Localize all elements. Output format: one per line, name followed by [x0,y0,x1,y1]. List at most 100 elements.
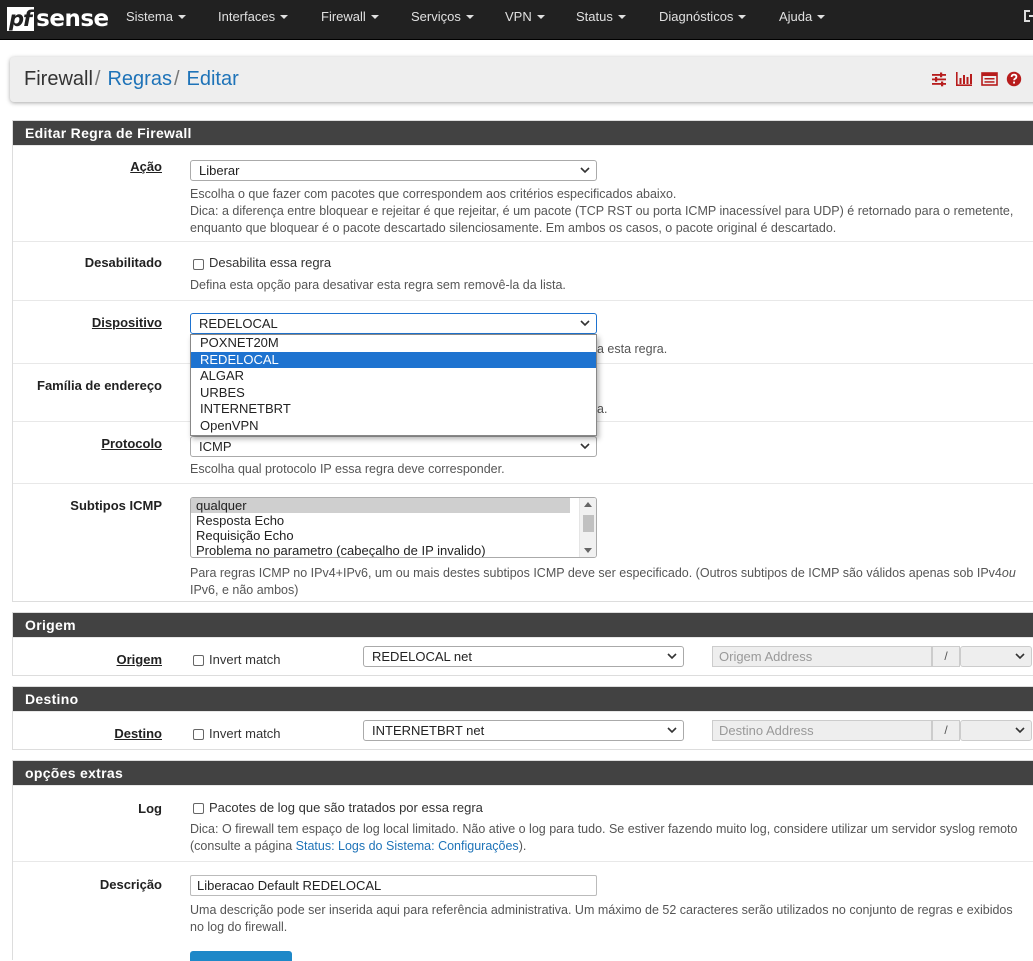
nav-servicos[interactable]: Serviços [411,0,474,34]
origem-mask-select[interactable] [960,646,1032,667]
familia-help: a. [597,402,608,416]
protocolo-help: Escolha qual protocolo IP essa regra dev… [190,462,505,476]
origem-net-select[interactable]: REDELOCAL net [363,646,684,667]
logo-sense: sense [36,6,109,32]
breadcrumb-firewall: Firewall [24,68,93,90]
scrollbar-thumb[interactable] [583,515,594,532]
dispositivo-select[interactable]: REDELOCAL [190,313,597,334]
origem-invert-label[interactable]: Invert match [209,652,281,667]
descricao-help: Uma descrição pode ser inserida aqui par… [190,902,1013,936]
nav-interfaces[interactable]: Interfaces [218,0,289,34]
scroll-up-icon[interactable] [584,502,592,507]
destino-invert-checkbox[interactable] [193,729,204,740]
chevron-down-icon [580,443,590,450]
breadcrumb-regras[interactable]: Regras [107,68,171,90]
log-help: Dica: O firewall tem espaço de log local… [190,821,1017,855]
log-checkbox-label[interactable]: Pacotes de log que são tratados por essa… [209,800,483,815]
help-text: Para regras ICMP no IPv4+IPv6, um ou mai… [190,566,1002,580]
listbox-option[interactable]: Resposta Echo [191,513,596,528]
dispositivo-dropdown-list[interactable]: POXNET20M REDELOCAL ALGAR URBES INTERNET… [190,334,597,436]
logs-config-link[interactable]: Status: Logs do Sistema: Configurações [296,839,519,853]
navbar: pf sense Sistema Interfaces Firewall Serv… [0,0,1033,40]
row-log: Log Pacotes de log que são tratados por … [13,785,1033,861]
subtipos-icmp-listbox[interactable]: qualquer Resposta Echo Requisição Echo P… [190,497,597,558]
breadcrumb-editar[interactable]: Editar [187,68,239,90]
row-destino: Destino Invert match INTERNETBRT net Des… [13,711,1033,749]
dropdown-option-selected[interactable]: REDELOCAL [191,351,596,369]
sliders-icon[interactable] [931,71,947,87]
desabilitado-checkbox-label[interactable]: Desabilita essa regra [209,255,331,270]
destino-net-value: INTERNETBRT net [372,723,485,738]
listbox-option[interactable]: qualquer [191,498,570,513]
breadcrumb: Firewall / Regras / Editar [10,57,1033,102]
save-button[interactable] [190,951,292,961]
destino-invert-label[interactable]: Invert match [209,726,281,741]
label-acao: Ação [130,159,162,174]
acao-select[interactable]: Liberar [190,160,597,181]
panel-heading: opções extras [13,761,1033,785]
descricao-input[interactable]: Liberacao Default REDELOCAL [190,875,597,896]
destino-net-select[interactable]: INTERNETBRT net [363,720,684,741]
panel-heading: Origem [13,613,1033,637]
nav-firewall[interactable]: Firewall [321,0,379,34]
chevron-down-icon [1015,727,1025,734]
nav-vpn[interactable]: VPN [505,0,545,34]
nav-ajuda[interactable]: Ajuda [779,0,826,34]
origem-slash: / [932,646,960,667]
label-origem: Origem [116,652,162,667]
listbox-option[interactable]: Requisição Echo [191,528,596,543]
help-line: enquanto que bloquear é o pacote descart… [190,221,837,235]
chevron-down-icon [580,167,590,174]
row-descricao: Descrição Liberacao Default REDELOCAL Um… [13,861,1033,941]
dropdown-option[interactable]: POXNET20M [191,335,596,352]
caret-down-icon [536,14,545,19]
listbox-scrollbar[interactable] [579,498,596,557]
log-checkbox[interactable] [193,803,204,814]
row-origem: Origem Invert match REDELOCAL net Origem… [13,637,1033,675]
sign-out-icon[interactable] [1023,9,1033,23]
logo-pf: pf [7,7,35,31]
caret-down-icon [280,14,289,19]
destino-slash: / [932,720,960,741]
nav-sistema[interactable]: Sistema [126,0,186,34]
protocolo-select[interactable]: ICMP [190,436,597,457]
dropdown-option[interactable]: OpenVPN [191,418,596,435]
destino-address-input[interactable]: Destino Address [712,720,932,741]
desabilitado-help: Defina esta opção para desativar esta re… [190,278,566,292]
row-subtipos-icmp: Subtipos ICMP qualquer Resposta Echo Req… [13,483,1033,601]
origem-invert-checkbox[interactable] [193,655,204,666]
caret-down-icon [177,14,186,19]
bar-chart-icon[interactable] [955,71,973,87]
nav-status[interactable]: Status [576,0,626,34]
dropdown-option[interactable]: ALGAR [191,368,596,385]
dropdown-option[interactable]: URBES [191,385,596,402]
help-emphasis: ou [1001,566,1016,580]
desabilitado-checkbox[interactable] [193,259,204,270]
nav-label: Status [576,9,613,24]
nav-diagnosticos[interactable]: Diagnósticos [659,0,747,34]
origem-net-value: REDELOCAL net [372,649,472,664]
help-line: Uma descrição pode ser inserida aqui par… [190,903,1013,917]
help-text: ). [518,839,527,853]
chevron-down-icon [667,727,677,734]
listbox-option[interactable]: Problema no parametro (cabeçalho de IP i… [191,543,596,557]
help-line: IPv6, e não ambos) [190,583,299,597]
list-icon[interactable] [981,71,998,87]
dropdown-option[interactable]: INTERNETBRT [191,401,596,418]
panel-destino: Destino Destino Invert match INTERNETBRT… [12,686,1033,750]
scroll-down-icon[interactable] [584,548,592,553]
help-circle-icon[interactable] [1006,71,1022,87]
dispositivo-help: a esta regra. [597,342,668,356]
caret-down-icon [370,14,379,19]
caret-down-icon [465,14,474,19]
pfsense-logo[interactable]: pf sense [7,5,109,33]
label-familia-endereco: Família de endereço [37,378,162,393]
chevron-down-icon [667,653,677,660]
destino-mask-select[interactable] [960,720,1032,741]
acao-select-value: Liberar [199,163,240,178]
nav-label: Sistema [126,9,173,24]
caret-down-icon [817,14,826,19]
subtipos-help: Para regras ICMP no IPv4+IPv6, um ou mai… [190,565,1016,599]
origem-address-input[interactable]: Origem Address [712,646,932,667]
panel-origem: Origem Origem Invert match REDELOCAL net… [12,612,1033,676]
